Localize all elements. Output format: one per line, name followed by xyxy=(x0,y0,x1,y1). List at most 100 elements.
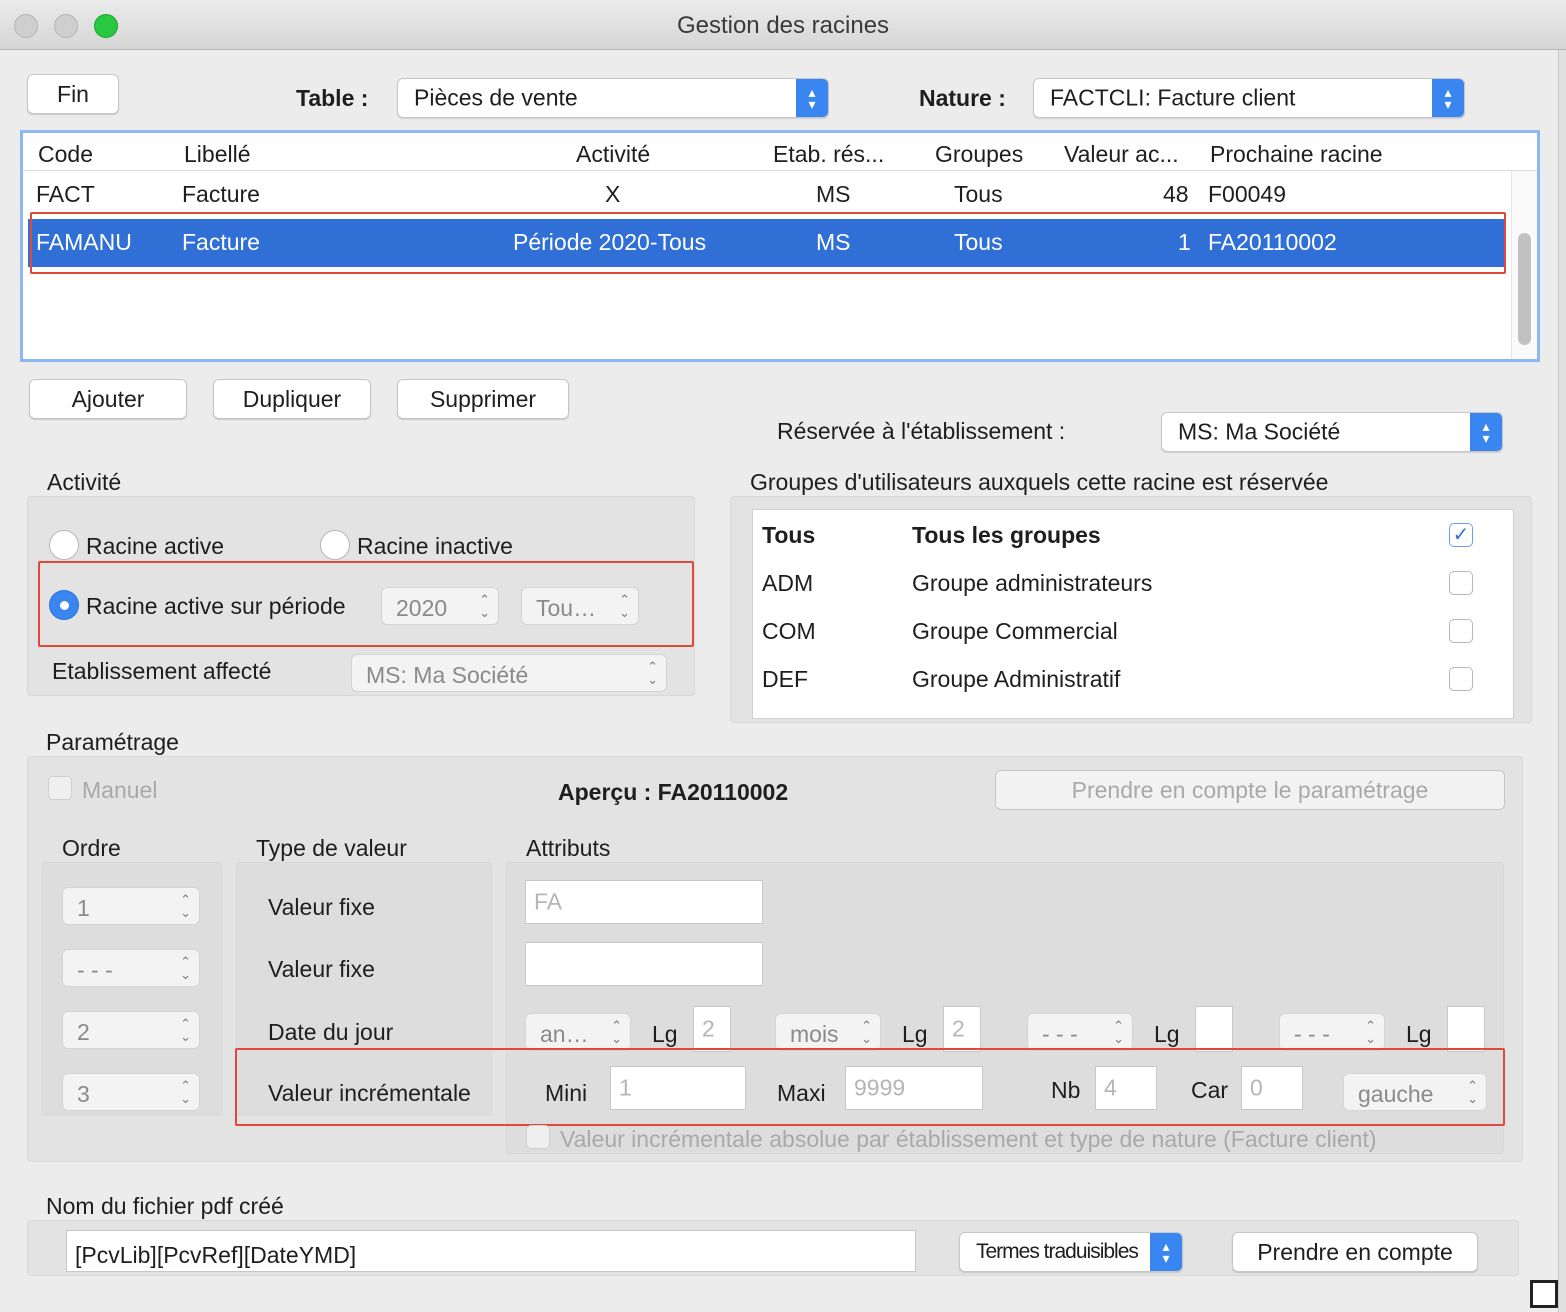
type-valeur-label: Valeur fixe xyxy=(268,956,375,982)
table-scrollbar[interactable] xyxy=(1511,171,1537,359)
ordre-stepper[interactable]: 1 ⌃ ⌄ xyxy=(62,887,200,925)
groupe-checkbox-tous[interactable]: ✓ xyxy=(1449,523,1473,547)
col-header-activite[interactable]: Activité xyxy=(576,141,650,171)
lg-label: Lg xyxy=(902,1021,928,1047)
radio-racine-inactive[interactable] xyxy=(320,530,350,560)
window-edge xyxy=(1558,50,1566,1312)
reserve-label: Réservée à l'établissement : xyxy=(777,418,1066,444)
date-part-4-select[interactable]: - - - ⌃ ⌄ xyxy=(1279,1013,1385,1051)
attr-valeur-fixe-2[interactable] xyxy=(525,942,763,986)
etab-affecte-select[interactable]: MS: Ma Société ⌃ ⌄ xyxy=(351,654,667,692)
ordre-stepper[interactable]: 3 ⌃ ⌄ xyxy=(62,1073,200,1111)
groupe-label: Groupe Administratif xyxy=(912,666,1121,692)
groupe-label: Groupe administrateurs xyxy=(912,570,1153,596)
cell-valeur: 48 xyxy=(1163,181,1189,207)
parametrage-title: Paramétrage xyxy=(46,729,179,755)
termes-value: Termes traduisibles xyxy=(976,1240,1139,1263)
attributs-title: Attributs xyxy=(526,835,611,861)
col-header-libelle[interactable]: Libellé xyxy=(184,141,251,171)
scrollbar-thumb[interactable] xyxy=(1518,233,1531,345)
etab-affecte-value: MS: Ma Société xyxy=(366,662,529,689)
date-part-1-select[interactable]: an… ⌃ ⌄ xyxy=(525,1013,631,1051)
col-header-prochaine[interactable]: Prochaine racine xyxy=(1210,141,1383,171)
groupes-list[interactable]: Tous Tous les groupes ✓ ADM Groupe admin… xyxy=(752,509,1514,719)
groupe-code: Tous xyxy=(762,522,816,548)
termes-traduisibles-select[interactable]: Termes traduisibles ▴ ▾ xyxy=(959,1232,1183,1272)
chevron-updown-icon: ⌃ ⌄ xyxy=(180,1016,191,1044)
ordre-stepper[interactable]: 2 ⌃ ⌄ xyxy=(62,1011,200,1049)
lg-field-3[interactable] xyxy=(1195,1006,1233,1052)
reserve-etab-value: MS: Ma Société xyxy=(1178,418,1341,445)
ordre-stepper[interactable]: - - - ⌃ ⌄ xyxy=(62,949,200,987)
groupe-checkbox-com[interactable] xyxy=(1449,619,1473,643)
type-valeur-title: Type de valeur xyxy=(256,835,407,861)
groupe-label: Tous les groupes xyxy=(912,522,1101,548)
lg-label: Lg xyxy=(652,1021,678,1047)
supprimer-button[interactable]: Supprimer xyxy=(397,379,569,419)
window-title: Gestion des racines xyxy=(676,12,890,39)
lg-field-4[interactable] xyxy=(1447,1006,1485,1052)
etab-affecte-label: Etablissement affecté xyxy=(52,658,272,684)
manuel-checkbox[interactable] xyxy=(48,776,72,800)
activite-title: Activité xyxy=(47,469,122,495)
chevron-updown-icon: ⌃ ⌄ xyxy=(180,1078,191,1106)
lg-label: Lg xyxy=(1406,1021,1432,1047)
groupe-code: COM xyxy=(762,618,816,644)
resize-grip-icon[interactable] xyxy=(1530,1280,1558,1308)
prendre-parametrage-button[interactable]: Prendre en compte le paramétrage xyxy=(995,770,1505,810)
col-header-valeur[interactable]: Valeur ac... xyxy=(1064,141,1179,171)
fin-button[interactable]: Fin xyxy=(27,74,119,114)
ordre-value: 1 xyxy=(77,895,90,922)
lg-field-2[interactable]: 2 xyxy=(943,1006,981,1052)
nature-label: Nature : xyxy=(919,85,1006,111)
chevron-updown-icon: ⌃ ⌄ xyxy=(611,1018,622,1046)
cell-groupes: Tous xyxy=(954,181,1003,207)
col-header-code[interactable]: Code xyxy=(38,141,93,171)
radio-racine-active-label: Racine active xyxy=(86,533,225,559)
col-header-groupes[interactable]: Groupes xyxy=(935,141,1023,171)
ajouter-button[interactable]: Ajouter xyxy=(29,379,187,419)
highlight-periode xyxy=(38,561,694,647)
chevron-updown-icon: ⌃ ⌄ xyxy=(180,954,191,982)
radio-racine-active[interactable] xyxy=(49,530,79,560)
lg-label: Lg xyxy=(1154,1021,1180,1047)
cell-activite: X xyxy=(605,181,621,207)
table-select[interactable]: Pièces de vente ▴ ▾ xyxy=(397,78,829,118)
col-header-etab[interactable]: Etab. rés... xyxy=(773,141,884,171)
absolue-label: Valeur incrémentale absolue par établiss… xyxy=(560,1126,1377,1152)
groupe-checkbox-adm[interactable] xyxy=(1449,571,1473,595)
groupes-title: Groupes d'utilisateurs auxquels cette ra… xyxy=(750,469,1329,495)
cell-etab: MS xyxy=(816,181,851,207)
attr-valeur-fixe-1[interactable]: FA xyxy=(525,880,763,924)
ordre-value: 2 xyxy=(77,1019,90,1046)
table-label: Table : xyxy=(296,85,369,111)
pdf-title: Nom du fichier pdf créé xyxy=(46,1193,284,1219)
lg-field-1[interactable]: 2 xyxy=(693,1006,731,1052)
updown-arrows-icon: ▴ ▾ xyxy=(796,79,828,117)
dupliquer-button[interactable]: Dupliquer xyxy=(213,379,371,419)
updown-arrows-icon: ▴ ▾ xyxy=(1432,79,1464,117)
table-select-value: Pièces de vente xyxy=(414,84,578,111)
apercu-label: Aperçu : FA20110002 xyxy=(558,779,789,805)
groupe-code: ADM xyxy=(762,570,814,596)
date-part-3-select[interactable]: - - - ⌃ ⌄ xyxy=(1027,1013,1133,1051)
pdf-filename-input[interactable]: [PcvLib][PcvRef][DateYMD] xyxy=(66,1230,916,1272)
updown-arrows-icon: ▴ ▾ xyxy=(1470,413,1502,451)
date-part-value: - - - xyxy=(1042,1021,1078,1048)
date-part-value: mois xyxy=(790,1021,839,1048)
ordre-value: 3 xyxy=(77,1081,90,1108)
date-part-value: - - - xyxy=(1294,1021,1330,1048)
groupe-checkbox-def[interactable] xyxy=(1449,667,1473,691)
highlight-incrementale xyxy=(235,1048,1505,1126)
updown-arrows-icon: ▴ ▾ xyxy=(1150,1233,1182,1271)
radio-racine-inactive-label: Racine inactive xyxy=(357,533,513,559)
chevron-updown-icon: ⌃ ⌄ xyxy=(1113,1018,1124,1046)
reserve-etab-select[interactable]: MS: Ma Société ▴ ▾ xyxy=(1161,412,1503,452)
prendre-en-compte-button[interactable]: Prendre en compte xyxy=(1232,1232,1478,1272)
lg-value: 2 xyxy=(702,1015,715,1042)
cell-prochaine: F00049 xyxy=(1208,181,1287,207)
nature-select[interactable]: FACTCLI: Facture client ▴ ▾ xyxy=(1033,78,1465,118)
chevron-updown-icon: ⌃ ⌄ xyxy=(180,892,191,920)
date-part-2-select[interactable]: mois ⌃ ⌄ xyxy=(775,1013,881,1051)
absolue-checkbox[interactable] xyxy=(526,1125,550,1149)
